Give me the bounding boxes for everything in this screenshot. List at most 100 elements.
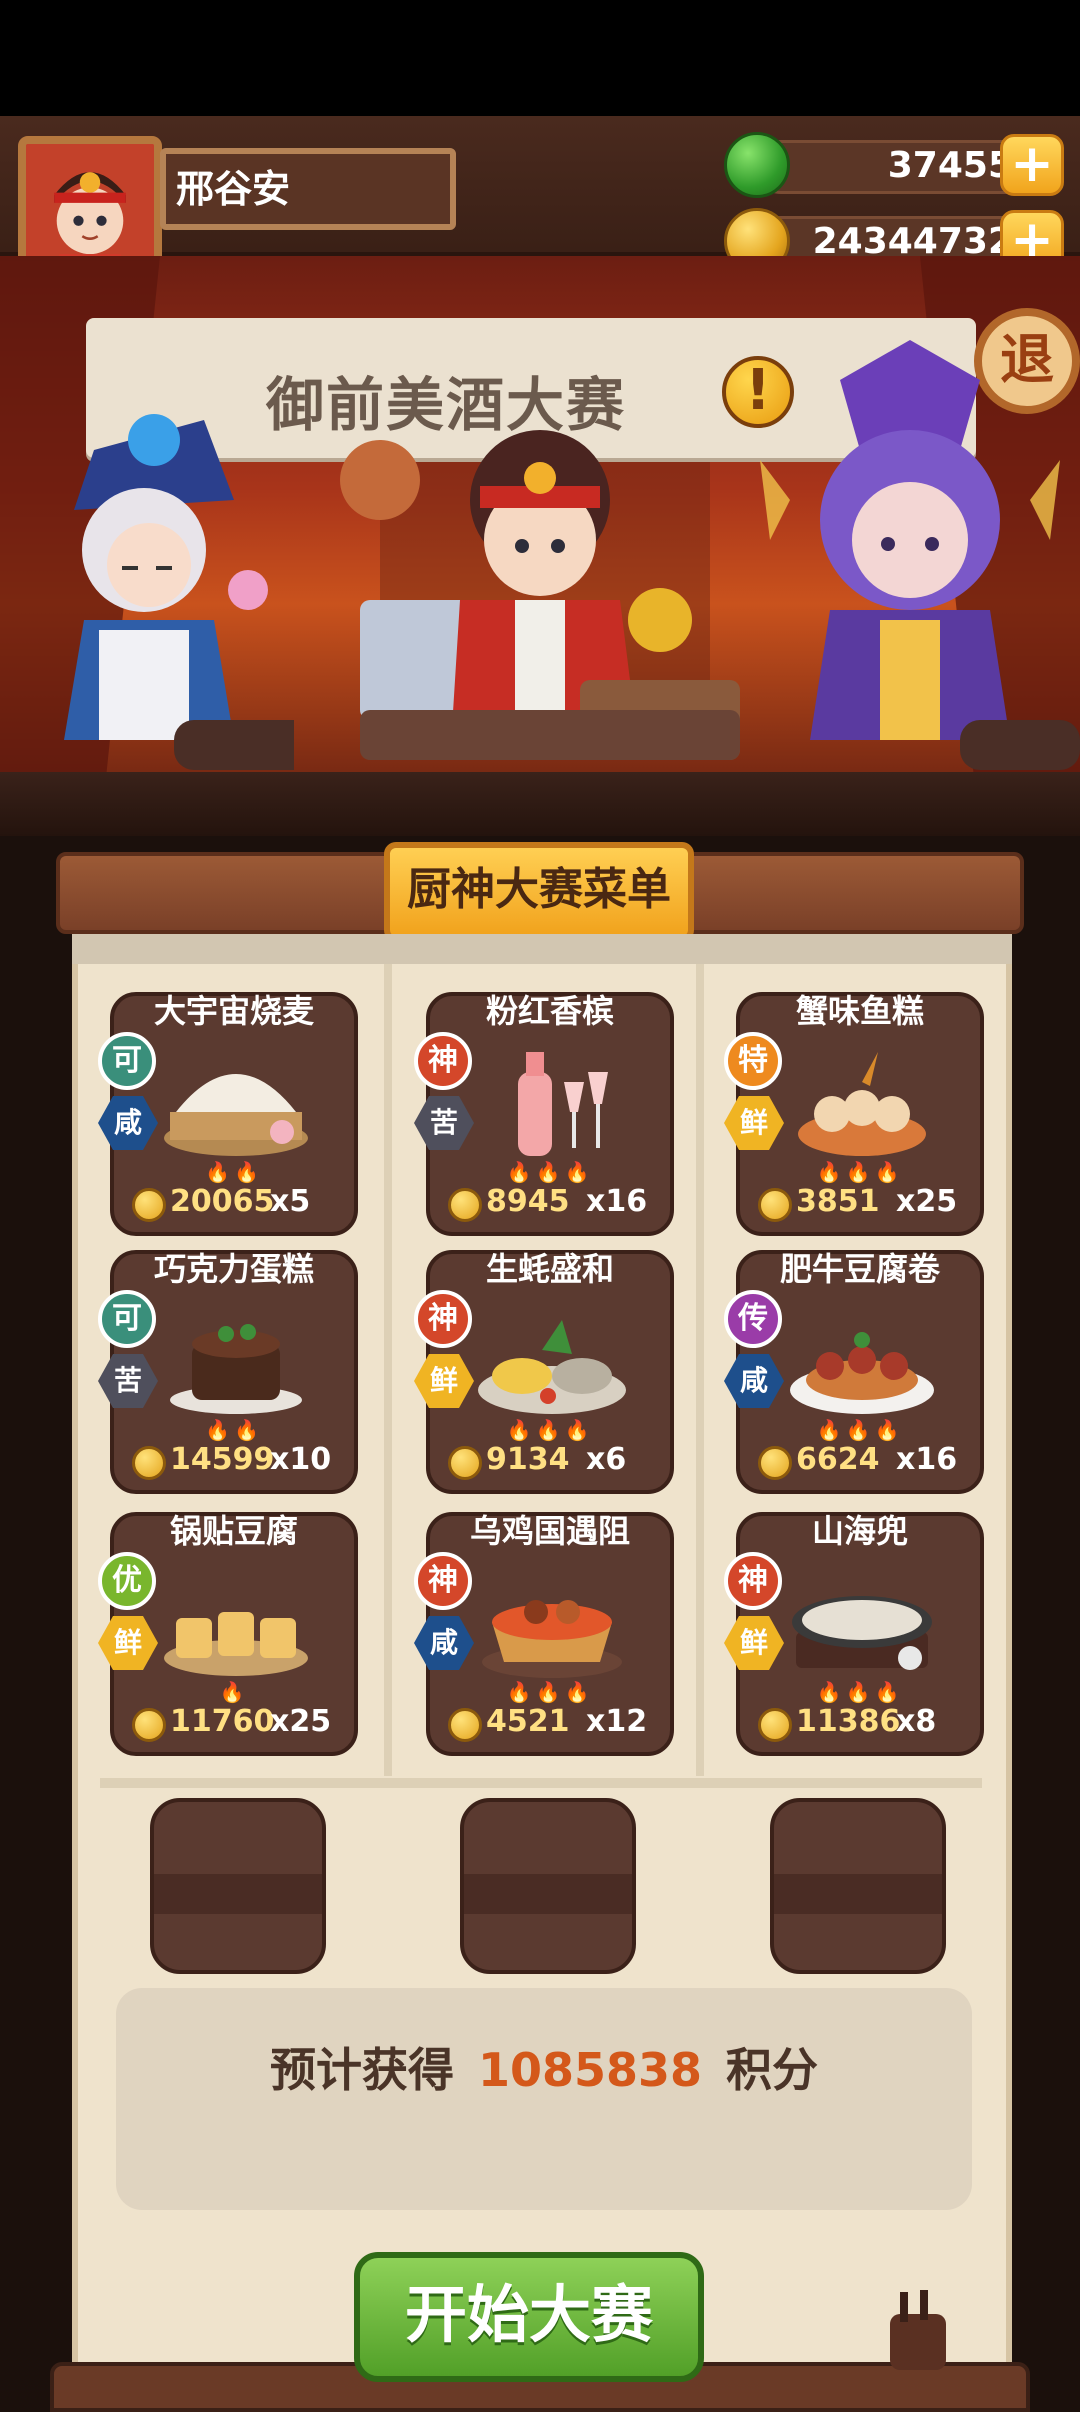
- dish-name: 锅贴豆腐: [169, 1512, 298, 1550]
- heat-flames-icon: 🔥🔥🔥: [816, 1418, 904, 1442]
- dish-price: 6624: [796, 1442, 880, 1477]
- chocolate-cake-icon: [170, 1324, 302, 1414]
- row-divider: [100, 1778, 982, 1788]
- empty-dish-slot[interactable]: [770, 1798, 946, 1974]
- grade-badge: 神: [414, 1552, 472, 1610]
- dish-name: 乌鸡国遇阻: [469, 1512, 630, 1550]
- chicken-pot-icon: [482, 1600, 622, 1678]
- dish-quantity: x25: [270, 1704, 332, 1739]
- dish-name: 粉红香槟: [485, 992, 614, 1030]
- slot-band: [154, 1874, 322, 1914]
- dish-card[interactable]: 巧克力蛋糕 可 苦 🔥🔥 14599 x10: [98, 1250, 358, 1494]
- beef-tofu-roll-icon: [790, 1332, 934, 1414]
- dish-name: 山海兜: [811, 1512, 908, 1550]
- dish-name: 肥牛豆腐卷: [779, 1250, 940, 1288]
- grade-badge: 特: [724, 1032, 782, 1090]
- coin-icon: [132, 1708, 166, 1742]
- estimate-text: 预计获得 1085838 积分: [116, 2034, 972, 2100]
- empty-dish-slot[interactable]: [150, 1798, 326, 1974]
- dish-card[interactable]: 山海兜 神 鲜 🔥🔥🔥 11386 x8: [724, 1512, 984, 1756]
- dish-name: 大宇宙烧麦: [153, 992, 314, 1030]
- heat-flames-icon: 🔥: [219, 1680, 249, 1704]
- dish-price: 20065: [170, 1184, 275, 1219]
- fishcake-icon: [798, 1052, 926, 1156]
- grade-badge: 神: [414, 1032, 472, 1090]
- heat-flames-icon: 🔥🔥🔥: [816, 1160, 904, 1184]
- dish-name: 蟹味鱼糕: [795, 992, 924, 1030]
- dish-quantity: x5: [270, 1184, 311, 1219]
- grade-badge: 可: [98, 1290, 156, 1348]
- column-divider: [696, 964, 704, 1776]
- dish-quantity: x25: [896, 1184, 958, 1219]
- menu-title: 厨神大赛菜单: [384, 842, 694, 942]
- oyster-platter-icon: [478, 1320, 626, 1414]
- champagne-icon: [518, 1052, 608, 1156]
- heat-flames-icon: 🔥🔥: [205, 1418, 263, 1442]
- coin-icon: [448, 1188, 482, 1222]
- shaomai-icon: [164, 1074, 308, 1156]
- coin-icon: [448, 1708, 482, 1742]
- heat-flames-icon: 🔥🔥: [205, 1160, 263, 1184]
- coin-icon: [758, 1188, 792, 1222]
- coin-icon: [132, 1188, 166, 1222]
- dish-price: 3851: [796, 1184, 880, 1219]
- coin-icon: [758, 1446, 792, 1480]
- rival-chef-right: [760, 340, 1080, 770]
- dish-name: 生蚝盛和: [485, 1250, 614, 1288]
- column-divider: [384, 964, 392, 1776]
- dish-card[interactable]: 粉红香槟 神 苦 🔥🔥🔥 8945 x16: [414, 992, 674, 1236]
- add-jade-button[interactable]: +: [1000, 134, 1064, 196]
- jade-currency: 37455 +: [724, 132, 1064, 198]
- grade-badge: 神: [414, 1290, 472, 1348]
- menu-panel-top: [72, 934, 1012, 964]
- dish-card[interactable]: 生蚝盛和 神 鲜 🔥🔥🔥 9134 x6: [414, 1250, 674, 1494]
- status-bar: [0, 0, 1080, 116]
- player-name: 邢谷安: [160, 148, 456, 230]
- dish-card[interactable]: 锅贴豆腐 优 鲜 🔥 11760 x25: [98, 1512, 358, 1756]
- heat-flames-icon: 🔥🔥🔥: [506, 1160, 594, 1184]
- coin-icon: [448, 1446, 482, 1480]
- dish-price: 8945: [486, 1184, 570, 1219]
- grade-badge: 神: [724, 1552, 782, 1610]
- dish-price: 11386: [796, 1704, 901, 1739]
- jade-icon: [724, 132, 790, 198]
- dumpling-plate-icon: [792, 1596, 932, 1670]
- player-chef-center: [340, 430, 740, 760]
- dish-price: 14599: [170, 1442, 275, 1477]
- heat-flames-icon: 🔥🔥🔥: [506, 1418, 594, 1442]
- start-contest-button[interactable]: 开始大赛: [354, 2252, 704, 2382]
- dish-card[interactable]: 肥牛豆腐卷 传 咸 🔥🔥🔥 6624 x16: [724, 1250, 984, 1494]
- rival-chef-left: [64, 414, 294, 770]
- estimate-suffix: 积分: [726, 2043, 819, 2097]
- avatar-portrait-icon: [26, 144, 154, 272]
- dish-price: 9134: [486, 1442, 570, 1477]
- dish-card[interactable]: 大宇宙烧麦 可 咸 🔥🔥 20065 x5: [98, 992, 358, 1236]
- fried-tofu-icon: [164, 1612, 308, 1676]
- slot-band: [774, 1874, 942, 1914]
- dish-quantity: x6: [586, 1442, 627, 1477]
- grade-badge: 传: [724, 1290, 782, 1348]
- dish-card[interactable]: 蟹味鱼糕 特 鲜 🔥🔥🔥 3851 x25: [724, 992, 984, 1236]
- coin-icon: [758, 1708, 792, 1742]
- dish-price: 11760: [170, 1704, 275, 1739]
- coin-icon: [132, 1446, 166, 1480]
- grade-badge: 可: [98, 1032, 156, 1090]
- grade-badge: 优: [98, 1552, 156, 1610]
- estimate-score: 1085838: [477, 2043, 703, 2097]
- dish-quantity: x8: [896, 1704, 937, 1739]
- slot-band: [464, 1874, 632, 1914]
- heat-flames-icon: 🔥🔥🔥: [506, 1680, 594, 1704]
- game-screen: 邢谷安 37455 + 24344732 + 御前美酒大赛 ! 退 厨神大赛菜单…: [0, 0, 1080, 2412]
- dish-quantity: x12: [586, 1704, 648, 1739]
- dish-name: 巧克力蛋糕: [153, 1250, 314, 1288]
- empty-dish-slot[interactable]: [460, 1798, 636, 1974]
- dish-quantity: x10: [270, 1442, 332, 1477]
- dish-quantity: x16: [586, 1184, 648, 1219]
- jade-amount: 37455: [754, 140, 1034, 194]
- utensil-jar-icon: [890, 2290, 946, 2370]
- heat-flames-icon: 🔥🔥🔥: [816, 1680, 904, 1704]
- dish-quantity: x16: [896, 1442, 958, 1477]
- dish-card[interactable]: 乌鸡国遇阻 神 咸 🔥🔥🔥 4521 x12: [414, 1512, 674, 1756]
- dish-price: 4521: [486, 1704, 570, 1739]
- estimate-prefix: 预计获得: [269, 2043, 454, 2097]
